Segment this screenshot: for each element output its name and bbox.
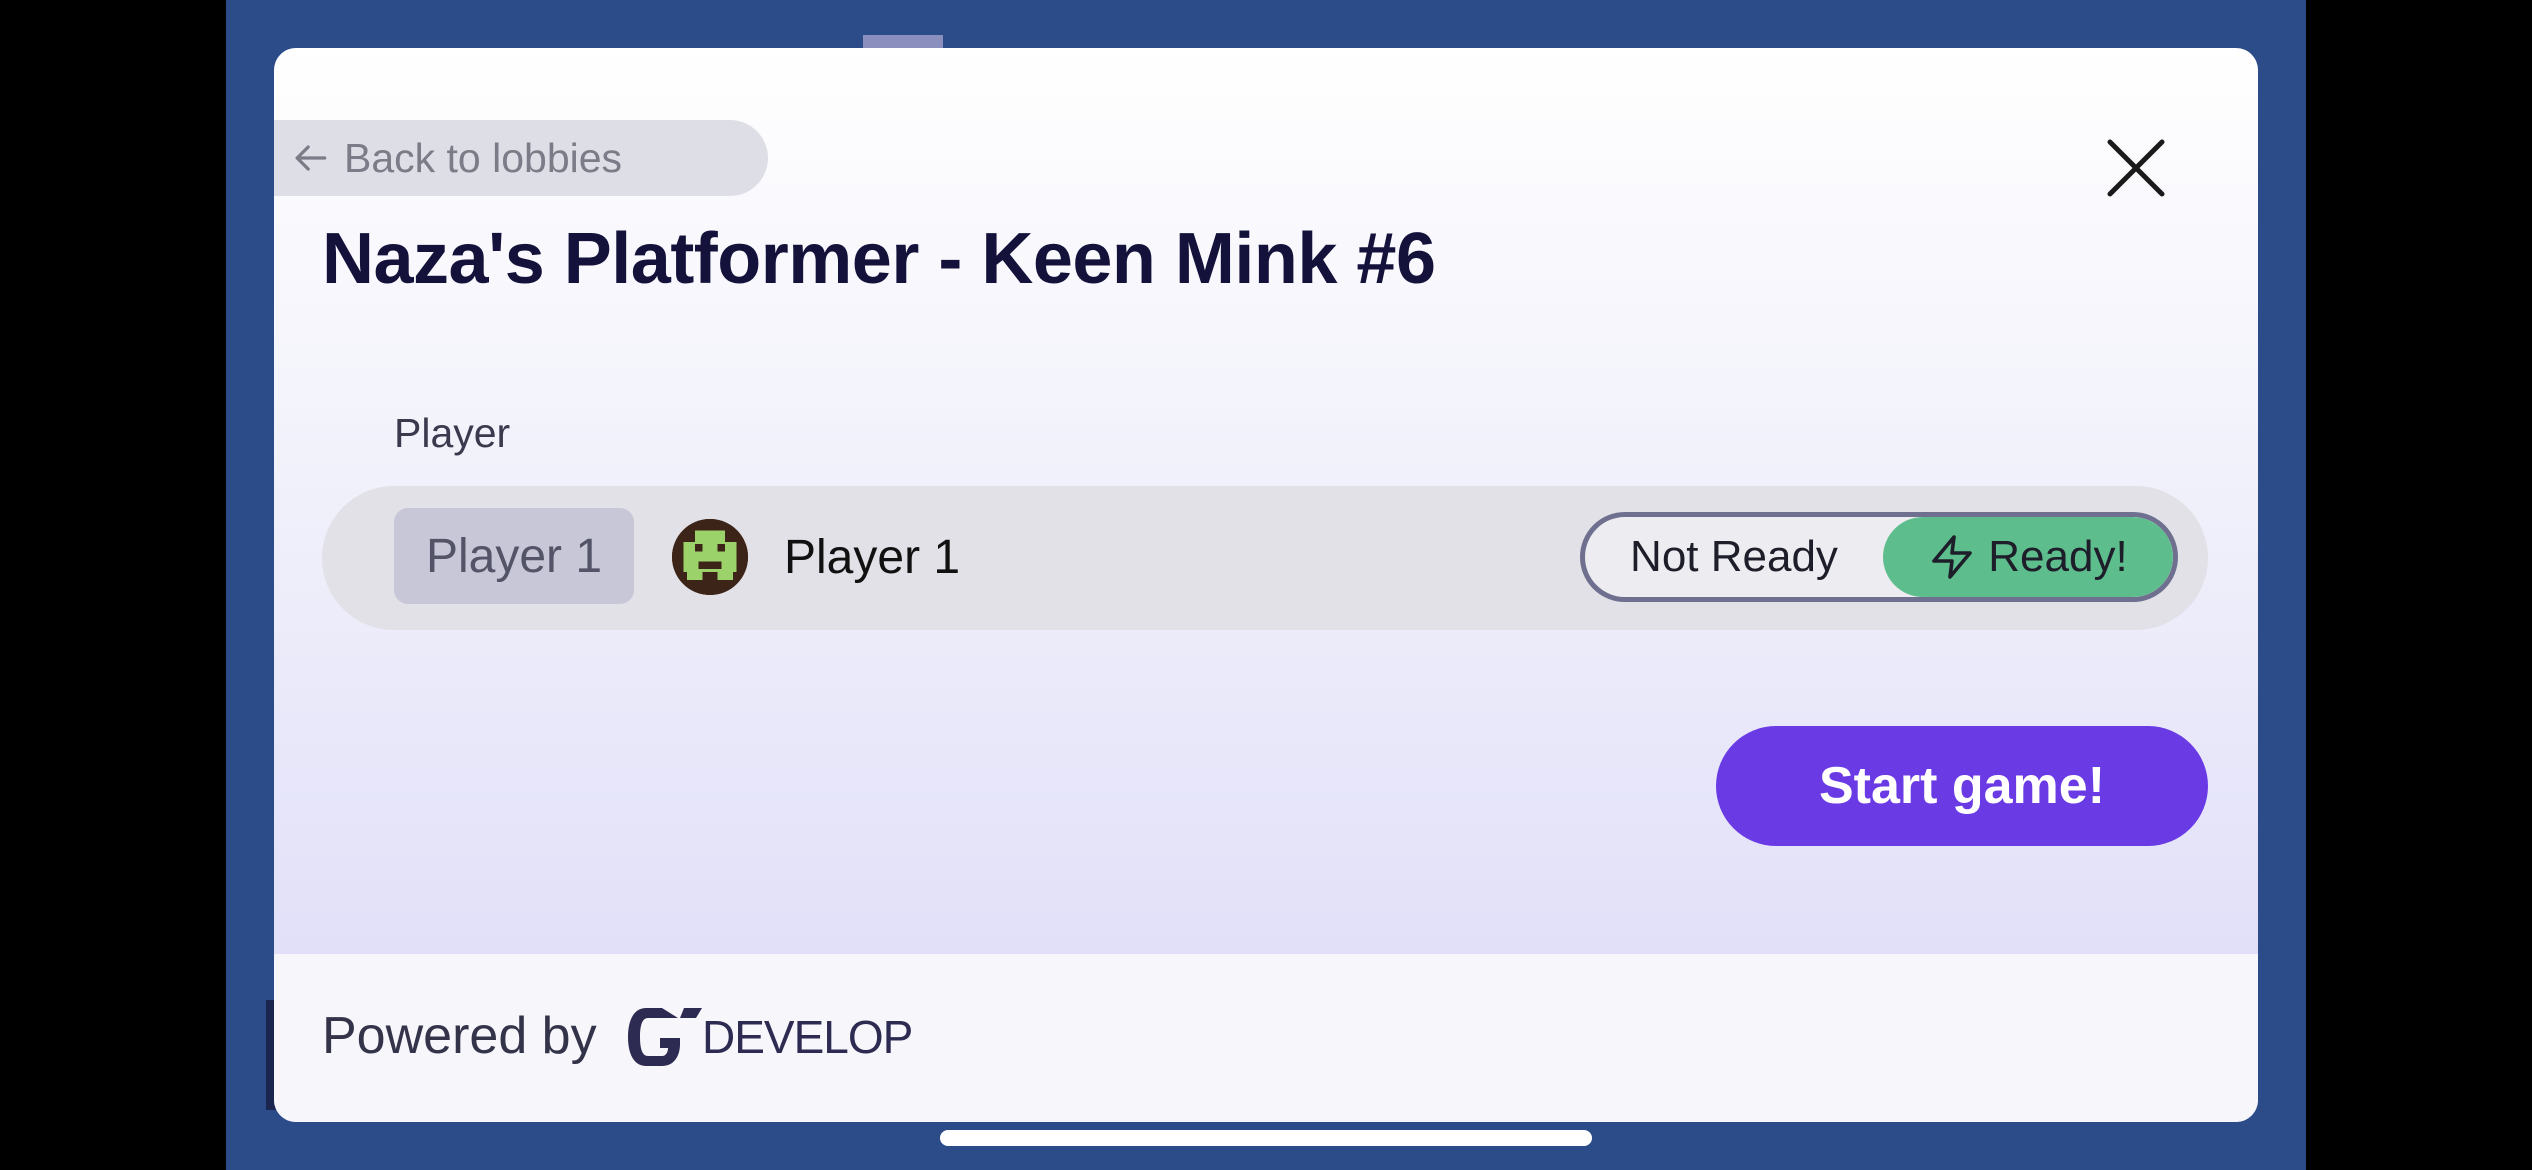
back-to-lobbies-button[interactable]: Back to lobbies <box>274 120 768 196</box>
modal-body: Back to lobbies Naza's Platformer - Keen… <box>274 48 2258 954</box>
gdevelop-logo[interactable]: DEVELOP <box>622 1000 913 1074</box>
ready-status-toggle: Not Ready Ready! <box>1580 512 2178 602</box>
player-row: Player 1 Player 1 Not Ready Ready! <box>322 486 2208 630</box>
not-ready-option[interactable]: Not Ready <box>1585 517 1883 597</box>
gdevelop-logo-mark <box>628 1008 702 1066</box>
ready-label: Ready! <box>1988 532 2128 581</box>
modal-footer: Powered by DEVELOP <box>274 954 2258 1122</box>
gdevelop-logo-text: DEVELOP <box>702 1011 913 1063</box>
ready-option[interactable]: Ready! <box>1883 517 2173 597</box>
home-indicator[interactable] <box>940 1130 1592 1146</box>
start-game-button[interactable]: Start game! <box>1716 726 2208 846</box>
powered-by-label: Powered by <box>322 1007 597 1065</box>
lightning-bolt-icon <box>1932 535 1973 579</box>
close-icon[interactable] <box>2104 136 2168 200</box>
arrow-left-icon <box>295 145 327 171</box>
player-slot-badge: Player 1 <box>394 508 634 604</box>
player-avatar <box>672 519 748 595</box>
not-ready-label: Not Ready <box>1630 532 1838 581</box>
player-name: Player 1 <box>784 531 961 584</box>
page-title: Naza's Platformer - Keen Mink #6 <box>322 219 1436 299</box>
lobby-modal: Back to lobbies Naza's Platformer - Keen… <box>274 48 2258 1122</box>
player-column-header: Player <box>394 410 511 456</box>
back-to-lobbies-label: Back to lobbies <box>344 134 623 181</box>
